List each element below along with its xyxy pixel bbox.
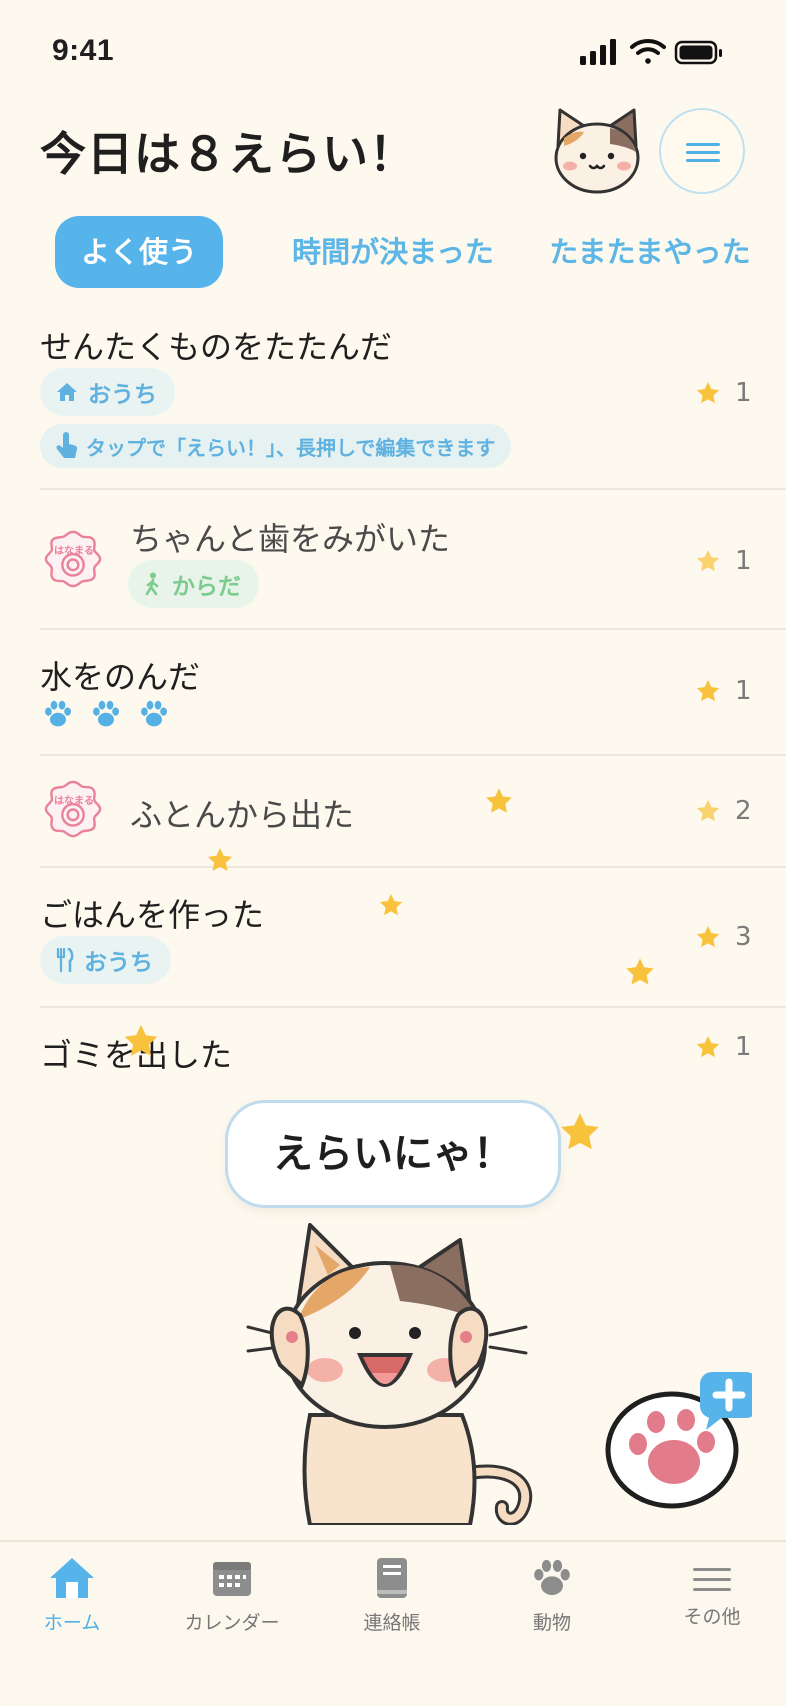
hanamaru-stamp-icon <box>42 528 104 590</box>
star-count: 1 <box>695 676 752 706</box>
status-icons <box>580 39 722 65</box>
celebration-star-icon <box>558 1110 602 1154</box>
signal-icon <box>580 39 616 65</box>
item-title: ごはんを作った <box>40 896 265 934</box>
list-item-trash[interactable]: ゴミを出した 1 <box>0 1008 786 1092</box>
celebration-star-icon <box>122 1022 160 1060</box>
list-item-drink-water[interactable]: 水をのんだ 1 <box>0 630 786 754</box>
star-count: 3 <box>695 922 752 952</box>
star-count: 1 <box>695 1032 752 1062</box>
category-chip[interactable]: おうち <box>40 368 175 416</box>
cheering-cat-illustration <box>246 1223 533 1525</box>
nav-home[interactable]: ホーム <box>12 1556 132 1635</box>
celebration-star-icon <box>378 892 404 918</box>
list-item-brush-teeth[interactable]: はなまる ちゃんと歯をみがいた からだ 1 <box>0 490 786 628</box>
paw-icon <box>42 698 74 730</box>
add-item-button[interactable] <box>602 1370 758 1510</box>
item-title: せんたくものをたたんだ <box>40 328 393 366</box>
item-title: 水をのんだ <box>40 658 201 696</box>
star-icon <box>695 1034 721 1060</box>
category-chip[interactable]: おうち <box>40 936 171 984</box>
list-item-laundry[interactable]: せんたくものをたたんだ おうち タップで「えらい！」、長押しで編集できます 1 <box>0 316 786 488</box>
menu-button[interactable] <box>659 108 745 194</box>
tab-frequent[interactable]: よく使う <box>55 216 223 288</box>
star-icon <box>695 548 721 574</box>
star-icon <box>695 380 721 406</box>
nav-calendar[interactable]: カレンダー <box>172 1556 292 1635</box>
calendar-icon <box>213 1562 251 1596</box>
star-count: 1 <box>695 378 752 408</box>
status-time: 9:41 <box>52 34 115 67</box>
paw-icon <box>138 698 170 730</box>
nav-animals[interactable]: 動物 <box>492 1556 612 1635</box>
walking-person-icon <box>145 572 159 596</box>
paw-icon <box>534 1559 570 1596</box>
stamp-label: はなまる <box>54 796 94 807</box>
tap-hand-icon <box>56 432 78 458</box>
wifi-icon <box>630 39 666 64</box>
nav-notebook[interactable]: 連絡帳 <box>332 1556 452 1635</box>
cat-face-icon <box>554 108 640 194</box>
menu-icon <box>693 1568 731 1591</box>
celebration-star-icon <box>206 846 234 874</box>
house-icon <box>57 383 77 401</box>
list-item-get-up[interactable]: はなまる ふとんから出た 2 <box>0 756 786 866</box>
fork-knife-icon <box>56 948 74 972</box>
tab-scheduled[interactable]: 時間が決まった <box>282 216 504 288</box>
battery-icon <box>674 40 722 65</box>
star-icon <box>695 798 721 824</box>
paw-icon <box>90 698 122 730</box>
star-count: 1 <box>695 546 752 576</box>
category-chip[interactable]: からだ <box>128 560 259 608</box>
item-title: ちゃんと歯をみがいた <box>130 520 451 558</box>
hanamaru-stamp-icon <box>42 778 104 840</box>
speech-bubble: えらいにゃ！ <box>225 1100 561 1208</box>
list-item-cook[interactable]: ごはんを作った おうち 3 <box>0 868 786 1006</box>
celebration-star-icon <box>624 956 656 988</box>
page-title: 今日は８えらい！ <box>40 127 416 181</box>
star-icon <box>695 678 721 704</box>
usage-hint: タップで「えらい！」、長押しで編集できます <box>40 424 512 468</box>
tab-occasional[interactable]: たまたまやった <box>544 216 756 288</box>
item-title: ふとんから出た <box>130 796 355 834</box>
paw-add-icon <box>605 1372 758 1509</box>
home-icon <box>50 1558 94 1598</box>
celebration-star-icon <box>484 786 514 816</box>
star-icon <box>695 924 721 950</box>
stamp-label: はなまる <box>54 546 94 557</box>
notebook-icon <box>377 1558 407 1598</box>
menu-icon <box>686 143 720 146</box>
nav-more[interactable]: その他 <box>652 1566 772 1629</box>
star-count: 2 <box>695 796 752 826</box>
